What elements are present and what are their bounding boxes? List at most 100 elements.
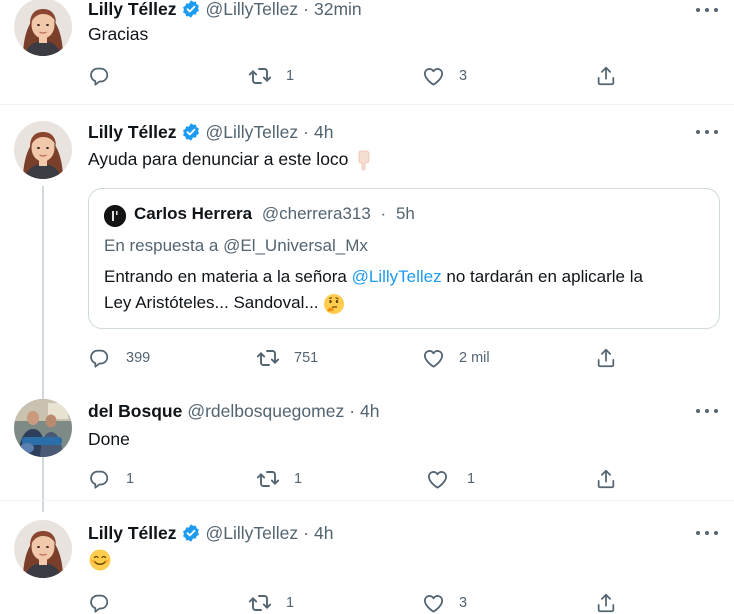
retweet-count: 1 [294,471,303,487]
more-icon[interactable] [696,7,718,13]
thinking-face-emoji [324,293,345,314]
retweet-count: 751 [294,350,319,366]
timestamp[interactable]: 32min [314,0,362,20]
separator-dot: · [303,522,309,543]
heart-icon [422,347,445,370]
author-name[interactable]: Lilly Téllez [88,523,177,544]
retweet-button[interactable]: 751 [256,345,318,371]
reply-icon [88,65,110,87]
reply-icon [88,347,110,369]
tweet-text: Done [88,429,130,449]
retweet-count: 1 [286,68,295,84]
avatar[interactable] [14,520,72,578]
tweet-actions: 1 3 [88,590,628,614]
avatar[interactable] [14,0,72,56]
tweet-text-content: Ayuda para denunciar a este loco [88,149,349,169]
author-name[interactable]: Lilly Téllez [88,0,177,20]
tweet[interactable]: del Bosque @rdelbosquegomez · 4h Done 1 … [0,389,734,504]
tweet-actions: 1 3 [88,63,628,89]
share-icon [595,468,617,490]
quoted-tweet-text: Entrando en materia a la señora @LillyTe… [104,264,714,316]
tweet[interactable]: Lilly Téllez @LillyTellez · 4h 1 3 [0,504,734,614]
like-button[interactable]: 3 [422,63,467,89]
avatar[interactable] [14,399,72,457]
reply-button[interactable]: 1 [88,466,134,492]
reply-button[interactable] [88,63,110,89]
share-button[interactable] [595,466,617,492]
reply-icon [88,468,110,490]
timestamp[interactable]: 4h [360,401,379,422]
pointing-down-hand-emoji [358,150,370,171]
author-handle[interactable]: @cherrera313 [262,204,371,223]
retweet-button[interactable]: 1 [248,63,294,89]
reply-count: 1 [126,471,135,487]
quote-text-part: Ley Aristóteles... Sandoval... [104,293,319,312]
quoted-tweet-header: Carlos Herrera @cherrera313 · 5h [134,204,415,224]
like-count: 1 [467,471,476,487]
more-icon[interactable] [696,530,718,536]
reply-icon [88,592,110,614]
timestamp[interactable]: 4h [314,523,333,544]
tweet-actions: 1 1 1 [88,466,628,492]
tweet-text: Gracias [88,24,149,44]
tweet-actions: 399 751 2 mil [88,345,628,371]
like-count: 2 mil [459,350,490,366]
divider [0,500,734,501]
like-button[interactable]: 3 [422,590,467,614]
author-name[interactable]: del Bosque [88,401,182,422]
quote-text-part: Entrando en materia a la señora [104,267,347,286]
author-name[interactable]: Carlos Herrera [134,204,252,223]
avatar[interactable] [104,205,126,227]
share-button[interactable] [595,590,617,614]
retweet-icon [248,591,272,614]
verified-badge-icon [181,523,201,543]
share-button[interactable] [595,63,617,89]
share-icon [595,347,617,369]
smiling-face-emoji [89,549,111,571]
reply-button[interactable]: 399 [88,345,150,371]
heart-icon [426,468,449,491]
author-handle[interactable]: @LillyTellez [206,122,299,143]
separator-dot: · [349,400,356,421]
separator-dot: · [380,204,387,223]
tweet[interactable]: Lilly Téllez @LillyTellez · 32min Gracia… [0,0,734,104]
tweet[interactable]: Lilly Téllez @LillyTellez · 4h Ayuda par… [0,105,734,389]
share-icon [595,592,617,614]
heart-icon [422,65,445,88]
retweet-button[interactable]: 1 [248,590,294,614]
more-icon[interactable] [696,129,718,135]
timestamp[interactable]: 5h [396,204,415,223]
reply-context: En respuesta a @El_Universal_Mx [104,236,368,256]
tweet-header: del Bosque @rdelbosquegomez · 4h [88,399,380,423]
mention-link[interactable]: @El_Universal_Mx [223,236,368,255]
share-button[interactable] [595,345,617,371]
heart-icon [422,592,445,614]
retweet-count: 1 [286,595,295,611]
more-icon[interactable] [696,408,718,414]
separator-dot: · [303,0,309,19]
author-handle[interactable]: @LillyTellez [206,523,299,544]
quoted-tweet[interactable]: Carlos Herrera @cherrera313 · 5h En resp… [88,188,720,329]
like-count: 3 [459,595,468,611]
reply-button[interactable] [88,590,110,614]
author-handle[interactable]: @rdelbosquegomez [187,401,344,422]
tweet-text [88,548,112,572]
retweet-icon [248,64,272,88]
reply-count: 399 [126,350,151,366]
like-button[interactable]: 1 [426,466,475,492]
tweet-header: Lilly Téllez @LillyTellez · 4h [88,521,333,545]
avatar[interactable] [14,121,72,179]
timestamp[interactable]: 4h [314,122,333,143]
like-count: 3 [459,68,468,84]
verified-badge-icon [181,0,201,19]
author-name[interactable]: Lilly Téllez [88,122,177,143]
share-icon [595,65,617,87]
verified-badge-icon [181,122,201,142]
retweet-icon [256,467,280,491]
author-handle[interactable]: @LillyTellez [206,0,299,20]
tweet-text: Ayuda para denunciar a este loco [88,149,375,171]
mention-link[interactable]: @LillyTellez [352,267,442,286]
reply-prefix: En respuesta a [104,236,219,255]
retweet-button[interactable]: 1 [256,466,302,492]
like-button[interactable]: 2 mil [422,345,490,371]
